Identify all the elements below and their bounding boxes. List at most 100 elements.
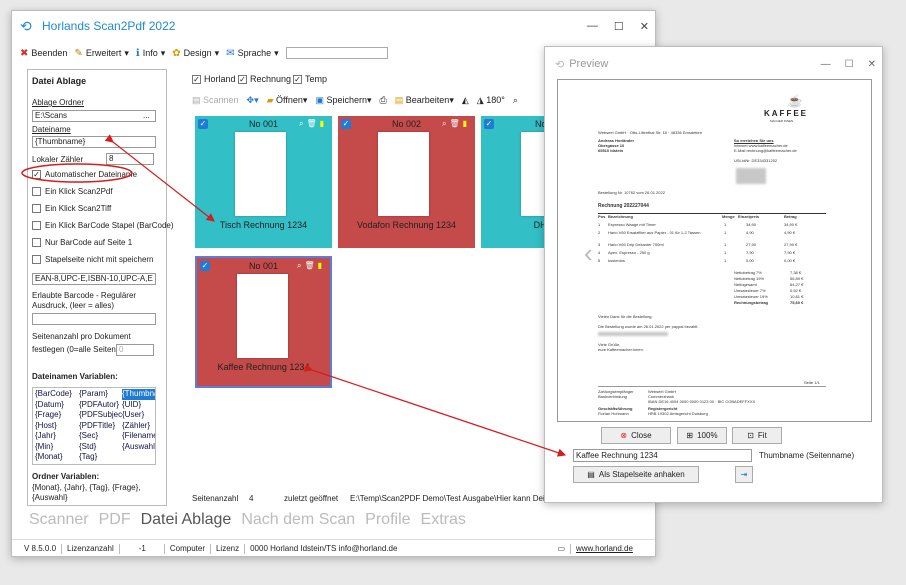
barcode-regex-input[interactable]: [32, 313, 156, 325]
variable-item[interactable]: {User}: [122, 410, 155, 421]
variable-item[interactable]: {BarCode}: [35, 389, 79, 400]
mirror-icon[interactable]: ◭: [462, 95, 469, 106]
filter-temp[interactable]: ✓ Temp: [293, 74, 327, 84]
rotate-button[interactable]: ◮ 180°: [477, 95, 505, 106]
website-link[interactable]: www.horland.de: [576, 544, 633, 553]
filter-rechnung[interactable]: ✓ Rechnung: [238, 74, 291, 84]
menu-erweitert[interactable]: ✎ Erweitert ▾: [74, 48, 128, 59]
zoom-icon[interactable]: ⌕: [297, 261, 301, 271]
checkbox-auto-filename[interactable]: ✓ Automatischer Dateiname: [32, 170, 137, 179]
zoom-icon[interactable]: ⌕: [299, 119, 303, 129]
checkbox-barcode-stack[interactable]: Ein Klick BarCode Stapel (BarCode): [32, 221, 174, 230]
move-icon[interactable]: ✥▾: [247, 95, 259, 106]
variable-item[interactable]: {PDFAutor}: [79, 400, 122, 411]
trash-icon[interactable]: 🗑: [306, 119, 316, 129]
counter-stepper[interactable]: 8: [106, 153, 154, 165]
variable-item[interactable]: {Jahr}: [35, 431, 79, 442]
rotate-label: 180°: [486, 95, 505, 105]
save-button[interactable]: ▣ Speichern▾: [315, 95, 371, 106]
variable-item[interactable]: {Thumbnai: [122, 389, 155, 400]
menu-search-input[interactable]: [285, 47, 388, 59]
open-button[interactable]: ▰ Öffnen▾: [267, 95, 308, 106]
variable-item[interactable]: {Datum}: [35, 400, 79, 411]
import-button[interactable]: ⇥: [735, 466, 753, 483]
coffee-cup-icon: ☕: [787, 94, 803, 108]
row-desc: Apex, Espresso - 250 g: [608, 250, 650, 255]
trash-icon[interactable]: 🗑: [449, 119, 459, 129]
folder-vars-list: {Monat}, {Jahr}, {Tag}, {Frage}, {Auswah…: [32, 483, 141, 502]
maximize-icon[interactable]: ☐: [614, 20, 624, 33]
checkbox-box: ✓: [293, 74, 302, 84]
tab-extras[interactable]: Extras: [421, 511, 466, 529]
zoom-100-button[interactable]: ⊞ 100%: [677, 427, 727, 444]
variable-item[interactable]: {Frage}: [35, 410, 79, 421]
variable-item[interactable]: {Std}: [79, 442, 122, 453]
menu-sprache[interactable]: ✉ Sprache ▾: [226, 48, 278, 59]
menu-label: Design: [183, 48, 212, 58]
tab-pdf[interactable]: PDF: [99, 511, 131, 529]
edit-button[interactable]: ▤ Bearbeiten▾: [395, 95, 454, 106]
minimize-icon[interactable]: —: [587, 20, 598, 33]
prev-page-icon[interactable]: ‹: [584, 238, 593, 269]
close-button[interactable]: ⊗ Close: [601, 427, 671, 444]
thumbname-input[interactable]: Kaffee Rechnung 1234: [573, 449, 752, 462]
variables-list[interactable]: {BarCode} {Param} {Thumbnai {Datum} {PDF…: [32, 387, 156, 465]
variable-item[interactable]: {Monat}: [35, 452, 79, 463]
checkbox-label: Stapelseite nicht mit speichern: [45, 255, 154, 264]
fit-button[interactable]: ⊡ Fit: [732, 427, 782, 444]
checkbox-no-stack-save[interactable]: Stapelseite nicht mit speichern: [32, 255, 154, 264]
filter-horland[interactable]: ✓ Horland: [192, 74, 236, 84]
print-icon[interactable]: ⎙: [380, 95, 387, 106]
tab-file-storage[interactable]: Datei Ablage: [141, 511, 232, 529]
trash-icon[interactable]: 🗑: [304, 261, 314, 271]
pages-per-doc-stepper[interactable]: 0: [116, 344, 154, 356]
tab-profile[interactable]: Profile: [365, 511, 410, 529]
tab-scanner[interactable]: Scanner: [29, 511, 89, 529]
variable-item[interactable]: {Filename: [122, 431, 155, 442]
minimize-icon[interactable]: —: [821, 59, 831, 70]
checkbox-one-click-pdf[interactable]: Ein Klick Scan2Pdf: [32, 187, 113, 196]
maximize-icon[interactable]: ☐: [845, 59, 854, 70]
thumbnail-tile[interactable]: ✓ No 001 ⌕ 🗑 ▮ Tisch Rechnung 1234: [195, 116, 332, 248]
variable-item[interactable]: {Min}: [35, 442, 79, 453]
variable-item[interactable]: {Zähler}: [122, 421, 155, 432]
zoom-icon[interactable]: ⌕: [513, 95, 518, 106]
close-icon[interactable]: ✕: [640, 20, 649, 33]
checkbox-barcode-page1[interactable]: Nur BarCode auf Seite 1: [32, 238, 132, 247]
variable-item[interactable]: {PDFSubject}: [79, 410, 122, 421]
checkbox-one-click-tiff[interactable]: Ein Klick Scan2Tiff: [32, 204, 111, 213]
page-indicator: Seite 1/1: [804, 380, 820, 385]
checkbox-label: Ein Klick Scan2Tiff: [45, 204, 112, 213]
row-amount: 0,00 €: [784, 258, 796, 263]
tab-after-scan[interactable]: Nach dem Scan: [241, 511, 355, 529]
preview-window: ⟲ Preview — ☐ ✕ ☕ KAFFEE MACHER INNEN We…: [544, 46, 883, 503]
variable-item[interactable]: {PDFTitle}: [79, 421, 122, 432]
variable-item[interactable]: {Sec}: [79, 431, 122, 442]
filter-label: Horland: [204, 74, 236, 84]
menu-design[interactable]: ✿ Design ▾: [172, 48, 219, 59]
scan-button[interactable]: ▤ Scannen: [192, 95, 239, 106]
barcode-type-select[interactable]: EAN-8,UPC-E,ISBN-10,UPC-A,E: [32, 273, 156, 285]
browse-button[interactable]: ...: [143, 111, 150, 120]
close-icon[interactable]: ✕: [868, 59, 876, 70]
variable-item[interactable]: {Auswahl}: [122, 442, 155, 453]
thumbnail-tile-selected[interactable]: ✓ No 001 ⌕ 🗑 ▮ Kaffee Rechnung 1234: [195, 256, 332, 388]
edit-label: Bearbeiten: [405, 95, 450, 105]
variable-item[interactable]: {Tag}: [79, 452, 122, 463]
variable-item[interactable]: {Param}: [79, 389, 122, 400]
edit-icon[interactable]: ▮: [318, 261, 322, 271]
variable-item[interactable]: {UID}: [122, 400, 155, 411]
page-count-label: Seitenanzahl: [192, 494, 239, 503]
menu-info[interactable]: ℹ Info ▾: [136, 48, 165, 59]
filename-input[interactable]: {Thumbname}: [32, 136, 156, 148]
thumbnail-tile[interactable]: ✓ No 002 ⌕ 🗑 ▮ Vodafon Rechnung 1234: [338, 116, 475, 248]
zoom-icon[interactable]: ⌕: [442, 119, 446, 129]
license-count: -1: [138, 544, 146, 553]
folder-input[interactable]: E:\Scans: [32, 110, 156, 122]
variable-item[interactable]: {Host}: [35, 421, 79, 432]
menu-beenden[interactable]: ✖ Beenden: [20, 48, 67, 59]
row-pos: 4: [598, 250, 601, 255]
attach-stack-button[interactable]: ▤ Als Stapelseite anhaken: [573, 466, 699, 483]
edit-icon[interactable]: ▮: [320, 119, 324, 129]
edit-icon[interactable]: ▮: [463, 119, 467, 129]
